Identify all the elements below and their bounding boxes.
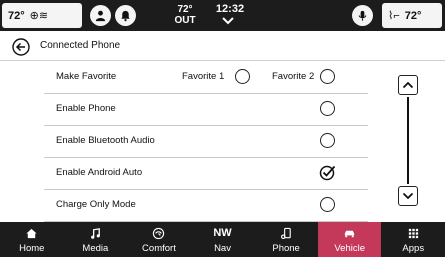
scroll-up-button[interactable] — [398, 75, 418, 95]
driver-settings-button[interactable] — [115, 5, 136, 26]
nav-phone[interactable]: Phone — [254, 222, 318, 257]
home-icon — [24, 226, 40, 240]
driver-profile-button[interactable] — [90, 5, 111, 26]
make-favorite-row: Make Favorite Favorite 1 Favorite 2 — [44, 62, 368, 94]
apps-grid-icon — [405, 226, 421, 240]
nav-label: Apps — [402, 243, 425, 254]
list-item[interactable]: Charge Only Mode — [44, 190, 368, 222]
chevron-up-icon — [402, 81, 414, 89]
charge-only-mode-label: Charge Only Mode — [56, 199, 136, 210]
compass-icon: NW — [213, 226, 232, 239]
passenger-climate-button[interactable]: ⌇⌐ 72° — [382, 3, 442, 28]
status-bar: 72° ⊕≋ 72° OUT 12:32 ⌇⌐ 72° — [0, 0, 445, 31]
heated-seat-icon: ⌇⌐ — [388, 10, 400, 22]
music-note-icon — [87, 226, 103, 240]
checkmark-icon — [319, 165, 336, 181]
phone-icon — [278, 226, 294, 240]
enable-phone-radio[interactable] — [320, 101, 335, 116]
driver-profile-icon — [95, 10, 106, 22]
favorite-2-label: Favorite 2 — [272, 71, 315, 82]
favorite-1-label: Favorite 1 — [182, 71, 225, 82]
comfort-icon — [151, 226, 167, 240]
scroll-down-button[interactable] — [398, 186, 418, 206]
nav-vehicle[interactable]: Vehicle — [317, 222, 382, 257]
favorite-1-radio[interactable] — [235, 69, 250, 84]
outside-temp-label: OUT — [174, 15, 196, 26]
list-item[interactable]: Enable Phone — [44, 94, 368, 126]
nav-label: Vehicle — [334, 243, 365, 254]
bell-icon — [121, 10, 130, 22]
driver-climate-button[interactable]: 72° ⊕≋ — [2, 3, 82, 28]
nav-media[interactable]: Media — [64, 222, 128, 257]
heated-steering-icon: ⊕≋ — [29, 10, 49, 22]
outside-temp-value: 72° — [177, 4, 193, 15]
driver-temp: 72° — [8, 9, 25, 22]
passenger-temp: 72° — [404, 9, 422, 22]
settings-list: Make Favorite Favorite 1 Favorite 2 Enab… — [44, 62, 368, 222]
nav-home[interactable]: Home — [0, 222, 64, 257]
chevron-down-icon[interactable] — [221, 16, 235, 26]
charge-only-mode-radio[interactable] — [320, 197, 335, 212]
outside-temp: 72° OUT — [172, 4, 198, 26]
list-item[interactable]: Enable Android Auto — [44, 158, 368, 190]
voice-button[interactable] — [352, 5, 373, 26]
list-item[interactable]: Enable Bluetooth Audio — [44, 126, 368, 158]
nav-label: Comfort — [142, 243, 176, 254]
nav-comfort[interactable]: Comfort — [127, 222, 191, 257]
voice-icon — [358, 10, 367, 21]
enable-bluetooth-audio-label: Enable Bluetooth Audio — [56, 135, 155, 146]
enable-android-auto-label: Enable Android Auto — [56, 167, 143, 178]
nav-label: Media — [82, 243, 109, 254]
clock: 12:32 — [215, 3, 245, 15]
page-title: Connected Phone — [40, 40, 121, 51]
scrollbar[interactable] — [407, 97, 409, 184]
bottom-nav: Home Media Comfort NW Nav Phone Vehicle — [0, 222, 445, 257]
nav-label: Nav — [214, 243, 231, 254]
car-icon — [342, 226, 358, 240]
make-favorite-label: Make Favorite — [56, 71, 117, 82]
enable-bluetooth-audio-radio[interactable] — [320, 133, 335, 148]
nav-apps[interactable]: Apps — [381, 222, 445, 257]
nav-nav[interactable]: NW Nav — [191, 222, 255, 257]
back-arrow-icon[interactable] — [12, 38, 30, 56]
nav-label: Home — [19, 243, 45, 254]
chevron-down-icon — [402, 192, 414, 200]
nav-label: Phone — [272, 243, 300, 254]
favorite-2-radio[interactable] — [320, 69, 335, 84]
enable-phone-label: Enable Phone — [56, 103, 116, 114]
enable-android-auto-radio[interactable] — [319, 165, 336, 181]
page-header: Connected Phone — [0, 31, 445, 61]
